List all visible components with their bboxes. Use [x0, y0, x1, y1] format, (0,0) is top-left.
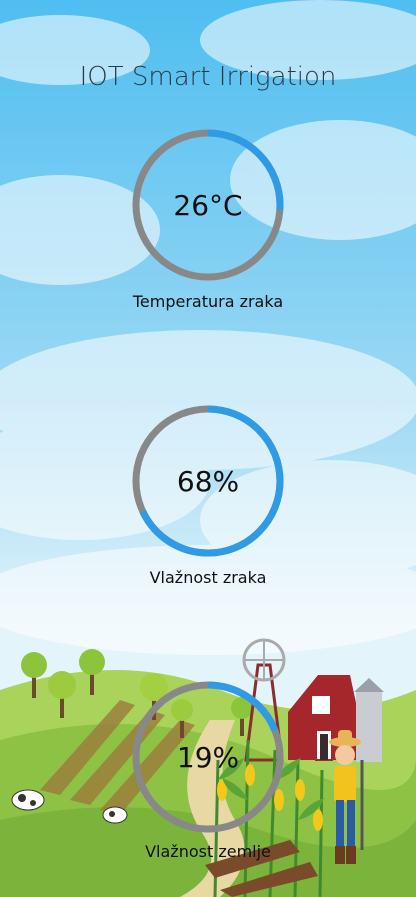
soil-moisture-value: 19% [176, 740, 240, 774]
app-title: IOT Smart Irrigation [79, 62, 337, 92]
air-humidity-gauge: 68% [131, 404, 285, 558]
temperature-label: Temperatura zraka [132, 292, 284, 311]
soil-moisture-label: Vlažnost zemlje [145, 842, 271, 861]
air-humidity-value: 68% [176, 464, 240, 498]
temperature-gauge: 26°C [131, 128, 285, 282]
soil-moisture-gauge: 19% [131, 680, 285, 834]
temperature-value: 26°C [173, 188, 243, 222]
air-humidity-label: Vlažnost zraka [149, 568, 267, 587]
